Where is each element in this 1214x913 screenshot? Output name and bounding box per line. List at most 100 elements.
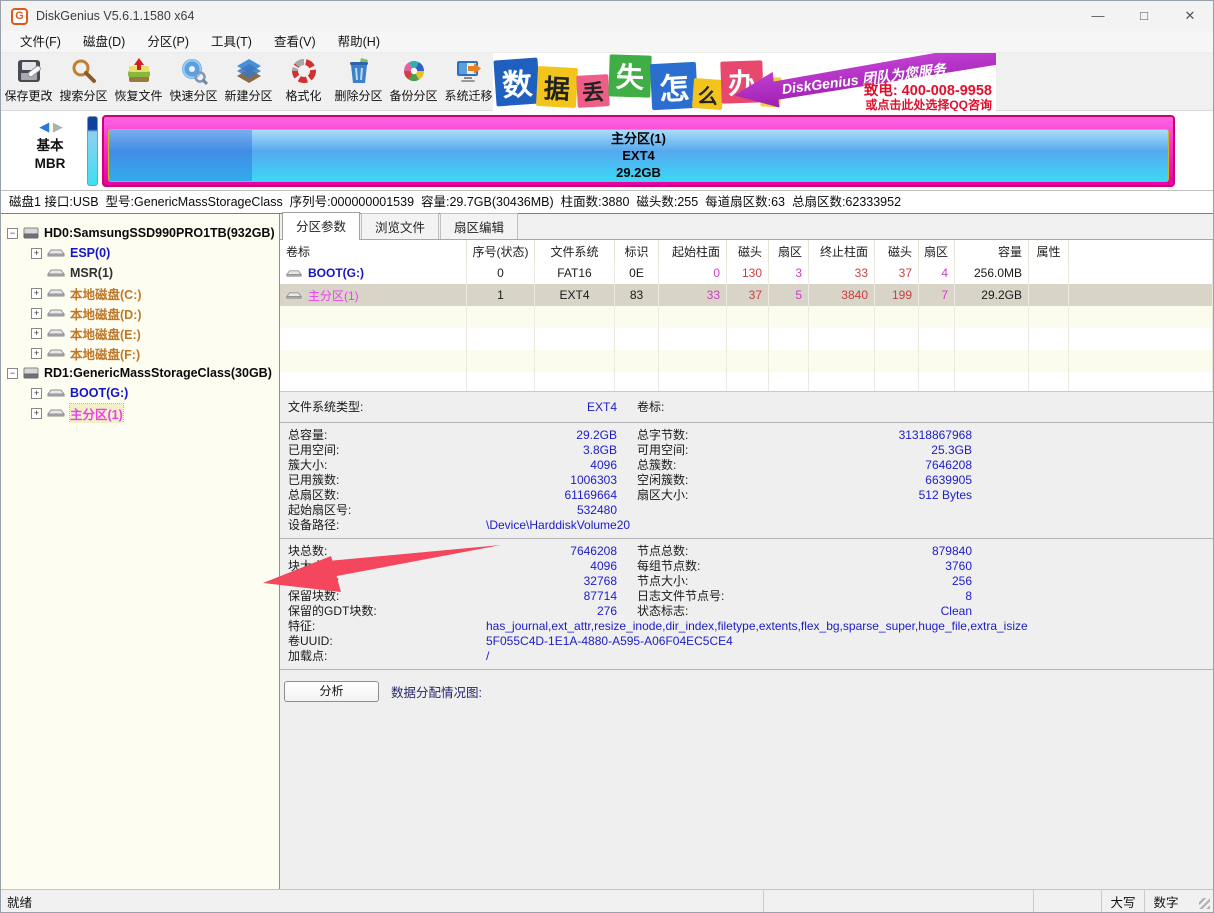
menu-file[interactable]: 文件(F) bbox=[9, 31, 72, 53]
app-logo-icon: G bbox=[11, 8, 28, 25]
toolbar-label: 系统迁移 bbox=[444, 87, 492, 104]
detail-value: 3.8GB bbox=[486, 443, 617, 458]
detail-label: 起始扇区号: bbox=[288, 503, 486, 518]
expand-icon[interactable]: + bbox=[31, 308, 42, 319]
disk-mode-label: 基本 MBR bbox=[17, 137, 83, 173]
delete-partition-button[interactable]: 删除分区 bbox=[331, 53, 386, 110]
divider bbox=[280, 538, 1213, 539]
system-migration-button[interactable]: 系统迁移 bbox=[441, 53, 496, 110]
partition-table: 卷标序号(状态) 文件系统标识 起始柱面磁头 扇区终止柱面 磁头扇区 容量属性 … bbox=[280, 240, 1213, 391]
nav-forward-icon[interactable]: ▶ bbox=[53, 119, 63, 134]
partition-icon bbox=[47, 267, 65, 279]
partition-icon bbox=[47, 407, 65, 419]
divider bbox=[280, 669, 1213, 670]
toolbar-label: 新建分区 bbox=[224, 87, 272, 104]
diskgenius-window: G DiskGenius V5.6.1.1580 x64 — □ ✕ 文件(F)… bbox=[0, 0, 1214, 913]
ad-tile: 据 bbox=[536, 66, 578, 108]
main-area: − HD0:SamsungSSD990PRO1TB(932GB) + ESP(0… bbox=[1, 214, 1213, 889]
detail-value: 7646208 bbox=[817, 458, 972, 473]
analyze-button[interactable]: 分析 bbox=[284, 681, 379, 702]
detail-label: 扇区大小: bbox=[637, 488, 817, 503]
toolbar-label: 快速分区 bbox=[169, 87, 217, 104]
tab-partition-parameters[interactable]: 分区参数 bbox=[282, 212, 360, 240]
resize-grip[interactable] bbox=[1187, 890, 1213, 912]
detail-label: 状态标志: bbox=[637, 604, 817, 619]
maximize-button[interactable]: □ bbox=[1121, 1, 1167, 31]
ad-qq-link[interactable]: 或点击此处选择QQ咨询 bbox=[865, 96, 992, 111]
detail-label: 块总数: bbox=[288, 544, 486, 559]
collapse-icon[interactable]: − bbox=[7, 228, 18, 239]
table-empty-row bbox=[280, 328, 1213, 350]
expand-icon[interactable]: + bbox=[31, 388, 42, 399]
tree-item-boot-g[interactable]: + BOOT(G:) bbox=[1, 383, 279, 403]
status-capslock: 大写 bbox=[1101, 890, 1144, 912]
tree-item-esp[interactable]: + ESP(0) bbox=[1, 243, 279, 263]
partition-block[interactable]: 主分区(1) EXT4 29.2GB bbox=[108, 129, 1169, 182]
expand-icon[interactable]: + bbox=[31, 408, 42, 419]
toolbar-label: 格式化 bbox=[285, 87, 321, 104]
partition-capacity: 29.2GB bbox=[616, 164, 661, 181]
expand-icon[interactable]: + bbox=[31, 288, 42, 299]
detail-value: 61169664 bbox=[486, 488, 617, 503]
expand-icon[interactable]: + bbox=[31, 248, 42, 259]
recover-files-button[interactable]: 恢复文件 bbox=[111, 53, 166, 110]
tab-sector-edit[interactable]: 扇区编辑 bbox=[440, 213, 518, 239]
detail-label: 可用空间: bbox=[637, 443, 817, 458]
detail-value: 4096 bbox=[486, 559, 617, 574]
ad-banner[interactable]: 数 据 丢 失 怎 么 办 ! DiskGenius 团队为您服务 致电: 40… bbox=[493, 53, 996, 111]
tree-item-hd0[interactable]: − HD0:SamsungSSD990PRO1TB(932GB) bbox=[1, 223, 279, 243]
partition-filesystem: EXT4 bbox=[622, 147, 655, 164]
detail-value: 31318867968 bbox=[817, 428, 972, 443]
detail-value: 512 Bytes bbox=[817, 488, 972, 503]
save-changes-button[interactable]: 保存更改 bbox=[1, 53, 56, 110]
ad-tile: 怎 bbox=[650, 62, 698, 110]
menu-help[interactable]: 帮助(H) bbox=[327, 31, 391, 53]
tab-browse-files[interactable]: 浏览文件 bbox=[361, 213, 439, 239]
new-partition-button[interactable]: 新建分区 bbox=[221, 53, 276, 110]
backup-partition-button[interactable]: 备份分区 bbox=[386, 53, 441, 110]
system-migration-icon bbox=[455, 56, 483, 86]
tree-item-local-d[interactable]: + 本地磁盘(D:) bbox=[1, 303, 279, 323]
detail-value: 879840 bbox=[817, 544, 972, 559]
new-partition-icon bbox=[235, 56, 263, 86]
menu-disk[interactable]: 磁盘(D) bbox=[72, 31, 136, 53]
format-icon bbox=[290, 56, 318, 86]
quick-partition-button[interactable]: 快速分区 bbox=[166, 53, 221, 110]
backup-partition-icon bbox=[400, 56, 428, 86]
status-numlock: 数字 bbox=[1144, 890, 1187, 912]
search-partition-button[interactable]: 搜索分区 bbox=[56, 53, 111, 110]
tree-item-rd1[interactable]: − RD1:GenericMassStorageClass(30GB) bbox=[1, 363, 279, 383]
detail-value: 532480 bbox=[486, 503, 617, 518]
table-row-primary-partition[interactable]: 主分区(1) 1EXT4 8333 375 3840199 729.2GB bbox=[280, 284, 1213, 306]
detail-label: 空闲簇数: bbox=[637, 473, 817, 488]
data-allocation-caption: 数据分配情况图: bbox=[391, 682, 482, 701]
menu-tools[interactable]: 工具(T) bbox=[200, 31, 263, 53]
data-allocation-area bbox=[280, 710, 1213, 889]
format-button[interactable]: 格式化 bbox=[276, 53, 331, 110]
expand-icon[interactable]: + bbox=[31, 348, 42, 359]
disk-bar[interactable]: 主分区(1) EXT4 29.2GB bbox=[102, 115, 1175, 187]
close-button[interactable]: ✕ bbox=[1167, 1, 1213, 31]
ad-tile: 么 bbox=[692, 78, 724, 110]
disk-legend-strip bbox=[87, 116, 98, 186]
minimize-button[interactable]: — bbox=[1075, 1, 1121, 31]
analysis-row: 分析 数据分配情况图: bbox=[280, 675, 1213, 710]
menu-view[interactable]: 查看(V) bbox=[263, 31, 327, 53]
nav-back-icon[interactable]: ◀ bbox=[39, 119, 49, 134]
collapse-icon[interactable]: − bbox=[7, 368, 18, 379]
tree-item-msr[interactable]: MSR(1) bbox=[1, 263, 279, 283]
detail-value: 4096 bbox=[486, 458, 617, 473]
detail-label: 节点总数: bbox=[637, 544, 817, 559]
expand-icon[interactable]: + bbox=[31, 328, 42, 339]
detail-value: 8 bbox=[817, 589, 972, 604]
partition-overview: ◀ ▶ 基本 MBR 主分区(1) EXT4 29.2GB bbox=[1, 111, 1213, 191]
status-bar: 就绪 大写 数字 bbox=[1, 889, 1213, 912]
tree-item-primary-partition[interactable]: + 主分区(1) bbox=[1, 403, 279, 423]
table-row-boot[interactable]: BOOT(G:) 0FAT16 0E0 1303 3337 4256.0MB bbox=[280, 262, 1213, 284]
detail-label: 日志文件节点号: bbox=[637, 589, 817, 604]
tree-item-local-f[interactable]: + 本地磁盘(F:) bbox=[1, 343, 279, 363]
tree-item-local-e[interactable]: + 本地磁盘(E:) bbox=[1, 323, 279, 343]
detail-label: 已用空间: bbox=[288, 443, 486, 458]
tree-item-local-c[interactable]: + 本地磁盘(C:) bbox=[1, 283, 279, 303]
menu-partition[interactable]: 分区(P) bbox=[136, 31, 200, 53]
